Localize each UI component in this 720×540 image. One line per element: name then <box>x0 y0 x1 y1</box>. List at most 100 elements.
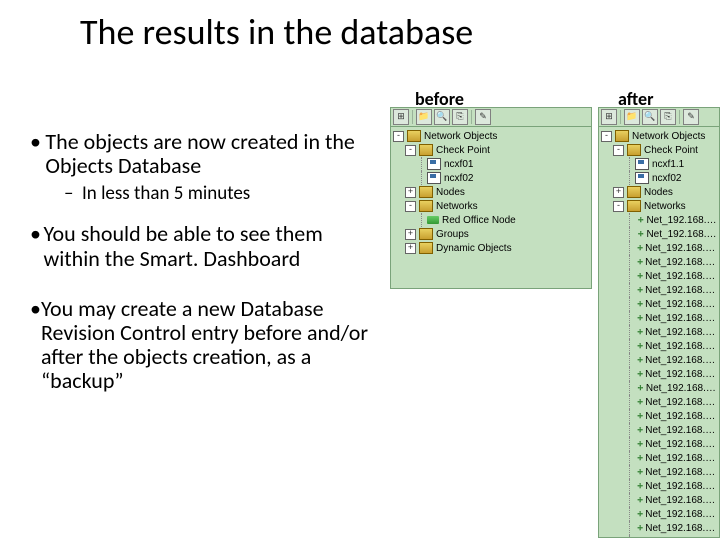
tree-label: Net_192.168.11.0 <box>646 383 717 394</box>
tree-connector <box>625 479 635 493</box>
tree-row[interactable]: - Networks <box>601 199 717 213</box>
bullet-column: •The objects are now created in the Obje… <box>30 130 375 399</box>
tree-row[interactable]: - Network Objects <box>393 129 589 143</box>
tree-label: Net_192.168.111.0 <box>645 411 717 422</box>
toolbar-separator <box>471 110 472 124</box>
computer-icon <box>635 172 649 184</box>
tree-label: ncxf1.1 <box>652 159 684 170</box>
expand-icon[interactable]: + <box>405 187 416 198</box>
tree-label: Networks <box>644 201 686 212</box>
toolbar-edit-button[interactable]: ✎ <box>683 109 699 125</box>
tree-label: Red Office Node <box>442 215 516 226</box>
toolbar-before: ⊞ 📁🔍⎘ ✎ <box>391 108 591 127</box>
tree-row[interactable]: ⧾Net_192.168.103.0 <box>601 283 717 297</box>
tree-connector <box>417 157 427 171</box>
tree-label: Net_192.168.114.0 <box>645 453 717 464</box>
tree-label: ncxf02 <box>652 173 681 184</box>
collapse-icon[interactable]: - <box>393 131 404 142</box>
tree-label: Net_192.168.109.0 <box>645 369 717 380</box>
tree-row[interactable]: ⧾Net_192.168.109.0 <box>601 367 717 381</box>
folder-icon <box>627 200 641 212</box>
network-node-icon: ⧾ <box>635 215 646 225</box>
tree-row[interactable]: -Check Point <box>601 143 717 157</box>
tree-row[interactable]: ⧾Net_192.168.105.0 <box>601 311 717 325</box>
tree-connector <box>625 339 635 353</box>
toolbar-folder-button[interactable]: 📁 <box>416 109 432 125</box>
tree-label: Net_192.168.12.0 <box>646 537 717 539</box>
toolbar-copy-button[interactable]: ⎘ <box>452 109 468 125</box>
folder-icon <box>615 130 629 142</box>
tree-label: Net_192.168.100.0 <box>645 243 717 254</box>
network-node-icon: ⧾ <box>635 341 645 351</box>
collapse-icon[interactable]: - <box>613 201 624 212</box>
toolbar-copy-button[interactable]: ⎘ <box>660 109 676 125</box>
expand-icon[interactable]: + <box>405 243 416 254</box>
tree-row[interactable]: ⧾Net_192.168.104.0 <box>601 297 717 311</box>
tree-row[interactable]: ⧾Net_192.168.111.0 <box>601 409 717 423</box>
expand-icon[interactable]: + <box>405 229 416 240</box>
tree-row[interactable]: ⧾Net_192.168.115.0 <box>601 465 717 479</box>
tree-row[interactable]: -Check Point <box>393 143 589 157</box>
toolbar-search-button[interactable]: 🔍 <box>434 109 450 125</box>
network-node-icon: ⧾ <box>635 453 645 463</box>
tree-row[interactable]: ncxf1.1 <box>601 157 717 171</box>
tree-label: Groups <box>436 229 469 240</box>
tree-row[interactable]: ⧾Net_192.168.102.0 <box>601 269 717 283</box>
toolbar-tree-button[interactable]: ⊞ <box>601 109 617 125</box>
tree-label: Nodes <box>436 187 465 198</box>
toolbar-search-button[interactable]: 🔍 <box>642 109 658 125</box>
tree-row[interactable]: ⧾Net_192.168.100.0 <box>601 241 717 255</box>
tree-row[interactable]: + Groups <box>393 227 589 241</box>
network-node-icon: ⧾ <box>635 299 645 309</box>
folder-icon <box>419 200 433 212</box>
tree-connector <box>625 381 635 395</box>
toolbar-edit-button[interactable]: ✎ <box>475 109 491 125</box>
tree-row[interactable]: ⧾Net_192.168.118.0 <box>601 507 717 521</box>
tree-label: Net_192.168.103.0 <box>645 285 717 296</box>
collapse-icon[interactable]: - <box>613 145 624 156</box>
tree-label: Network Objects <box>424 131 497 142</box>
network-node-icon: ⧾ <box>635 495 645 505</box>
network-node-icon: ⧾ <box>635 481 645 491</box>
tree-row[interactable]: Red Office Node <box>393 213 589 227</box>
tree-row[interactable]: ⧾Net_192.168.106.0 <box>601 325 717 339</box>
tree-row[interactable]: ⧾Net_192.168.113.0 <box>601 437 717 451</box>
network-node-icon: ⧾ <box>635 425 645 435</box>
bullet-2: •You should be able to see them within t… <box>30 222 375 270</box>
tree-row[interactable]: ncxf02 <box>601 171 717 185</box>
tree-label: Network Objects <box>632 131 705 142</box>
tree-row[interactable]: ⧾Net_192.168.114.0 <box>601 451 717 465</box>
tree-row[interactable]: +Nodes <box>601 185 717 199</box>
tree-row[interactable]: - Network Objects <box>601 129 717 143</box>
tree-row[interactable]: ⧾Net_192.168.108.0 <box>601 353 717 367</box>
network-node-icon: ⧾ <box>635 467 645 477</box>
tree-row[interactable]: + Nodes <box>393 185 589 199</box>
tree-row[interactable]: ⧾Net_192.168.116.0 <box>601 479 717 493</box>
expand-icon[interactable]: + <box>613 187 624 198</box>
collapse-icon[interactable]: - <box>405 201 416 212</box>
tree-label: Net_192.168.117.0 <box>645 495 717 506</box>
tree-row[interactable]: ⧾Net_192.168.119.0 <box>601 521 717 535</box>
tree-row[interactable]: ⧾Net_192.168.101.0 <box>601 255 717 269</box>
tree-row[interactable]: ⧾Net_192.168.110.0 <box>601 395 717 409</box>
tree-row[interactable]: ncxf01 <box>393 157 589 171</box>
tree-before: -Network Objects-Check Pointncxf01ncxf02… <box>391 127 591 257</box>
tree-row[interactable]: ⧾Net_192.168.12.0 <box>601 535 717 538</box>
tree-row[interactable]: ncxf02 <box>393 171 589 185</box>
toolbar-tree-button[interactable]: ⊞ <box>393 109 409 125</box>
tree-connector <box>625 409 635 423</box>
bullet-3-text: You may create a new Database Revision C… <box>41 297 375 394</box>
collapse-icon[interactable]: - <box>405 145 416 156</box>
tree-row[interactable]: +Dynamic Objects <box>393 241 589 255</box>
tree-row[interactable]: - Networks <box>393 199 589 213</box>
collapse-icon[interactable]: - <box>601 131 612 142</box>
tree-row[interactable]: ⧾Net_192.168.1.0 <box>601 213 717 227</box>
network-node-icon: ⧾ <box>635 257 645 267</box>
tree-row[interactable]: ⧾Net_192.168.107.0 <box>601 339 717 353</box>
tree-row[interactable]: ⧾Net_192.168.1.0 <box>601 227 717 241</box>
toolbar-folder-button[interactable]: 📁 <box>624 109 640 125</box>
tree-row[interactable]: ⧾Net_192.168.117.0 <box>601 493 717 507</box>
tree-row[interactable]: ⧾Net_192.168.11.0 <box>601 381 717 395</box>
tree-label: Networks <box>436 201 478 212</box>
tree-row[interactable]: ⧾Net_192.168.112.0 <box>601 423 717 437</box>
